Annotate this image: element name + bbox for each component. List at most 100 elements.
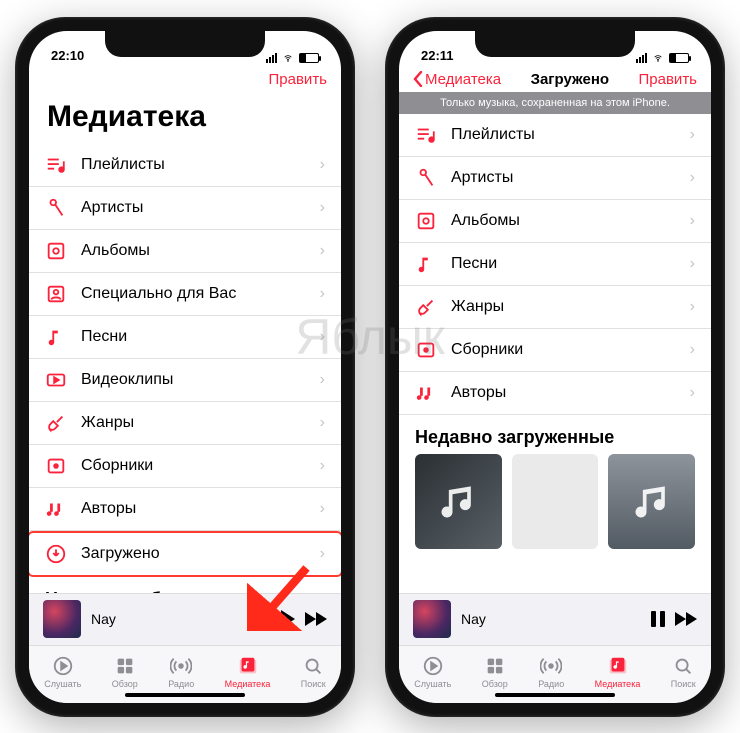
wifi-icon xyxy=(281,53,295,63)
pause-button[interactable] xyxy=(651,611,665,627)
tab-listen[interactable]: Слушать xyxy=(414,655,451,689)
note-icon xyxy=(45,326,67,348)
row-label: Авторы xyxy=(451,384,676,402)
tab-radio[interactable]: Радио xyxy=(538,655,564,689)
row-label: Сборники xyxy=(81,457,306,475)
tab-browse[interactable]: Обзор xyxy=(482,655,508,689)
authors-icon xyxy=(415,382,437,404)
list-row-mic[interactable]: Артисты› xyxy=(29,187,341,230)
chevron-right-icon: › xyxy=(690,255,695,273)
row-label: Песни xyxy=(81,328,306,346)
list-row-authors[interactable]: Авторы › xyxy=(399,372,711,415)
tab-browse[interactable]: Обзор xyxy=(112,655,138,689)
list-row-download[interactable]: Загружено › xyxy=(29,531,341,577)
album-tile[interactable] xyxy=(608,454,695,549)
album-icon xyxy=(45,240,67,262)
forward-button[interactable] xyxy=(305,612,327,626)
row-label: Сборники xyxy=(451,341,676,359)
tab-radio[interactable]: Радио xyxy=(168,655,194,689)
list-row-playlist[interactable]: Плейлисты› xyxy=(399,114,711,157)
list-row-note[interactable]: Песни › xyxy=(399,243,711,286)
nav-bar: Править xyxy=(29,65,341,92)
chevron-right-icon: › xyxy=(320,328,325,346)
now-playing-title: Nay xyxy=(91,611,271,627)
edit-button[interactable]: Править xyxy=(639,71,698,88)
chevron-right-icon: › xyxy=(320,285,325,303)
library-list: Плейлисты›Артисты›Альбомы›Песни›Жанры›Сб… xyxy=(399,114,711,415)
recently-added-title: Недавно добавленные xyxy=(29,577,341,593)
chevron-right-icon: › xyxy=(690,298,695,316)
tab-label: Обзор xyxy=(482,679,508,689)
phone-left: 22:10 Править Медиатека Плейлисты›Артист… xyxy=(15,17,355,717)
chevron-right-icon: › xyxy=(320,545,325,563)
foryou-icon xyxy=(45,283,67,305)
album-tile[interactable] xyxy=(512,454,599,549)
now-playing-bar[interactable]: Nay xyxy=(399,593,711,645)
list-row-guitar[interactable]: Жанры› xyxy=(399,286,711,329)
edit-button[interactable]: Править xyxy=(269,71,328,88)
status-time: 22:11 xyxy=(421,48,454,63)
album-tile[interactable] xyxy=(415,454,502,549)
playlist-icon xyxy=(415,124,437,146)
wifi-icon xyxy=(651,53,665,63)
compilation-icon xyxy=(415,339,437,361)
list-row-compilation[interactable]: Сборники › xyxy=(399,329,711,372)
chevron-right-icon: › xyxy=(690,169,695,187)
list-row-note[interactable]: Песни › xyxy=(29,316,341,359)
back-button[interactable]: Медиатека xyxy=(413,71,501,88)
cellular-icon xyxy=(266,53,277,63)
battery-icon xyxy=(669,53,689,63)
now-playing-art xyxy=(413,600,451,638)
tab-library[interactable]: Медиатека xyxy=(225,655,271,689)
chevron-right-icon: › xyxy=(690,384,695,402)
list-row-album[interactable]: Альбомы› xyxy=(29,230,341,273)
chevron-right-icon: › xyxy=(690,341,695,359)
row-label: Песни xyxy=(451,255,676,273)
row-label: Загружено xyxy=(81,545,306,563)
tab-listen[interactable]: Слушать xyxy=(44,655,81,689)
authors-icon xyxy=(45,498,67,520)
play-button[interactable] xyxy=(281,610,295,628)
note-icon xyxy=(415,253,437,275)
list-row-mic[interactable]: Артисты › xyxy=(399,157,711,200)
tab-label: Слушать xyxy=(44,679,81,689)
tab-label: Поиск xyxy=(671,679,696,689)
mic-icon xyxy=(45,197,67,219)
now-playing-title: Nay xyxy=(461,611,641,627)
chevron-right-icon: › xyxy=(690,126,695,144)
chevron-left-icon xyxy=(413,71,423,87)
list-row-foryou[interactable]: Специально для Вас › xyxy=(29,273,341,316)
forward-button[interactable] xyxy=(675,612,697,626)
compilation-icon xyxy=(45,455,67,477)
recently-downloaded-title: Недавно загруженные xyxy=(399,415,711,454)
row-label: Специально для Вас xyxy=(81,285,306,303)
list-row-album[interactable]: Альбомы› xyxy=(399,200,711,243)
nav-bar: Медиатека Загружено Править xyxy=(399,65,711,92)
cellular-icon xyxy=(636,53,647,63)
tab-label: Поиск xyxy=(301,679,326,689)
tab-label: Медиатека xyxy=(595,679,641,689)
home-indicator[interactable] xyxy=(125,693,245,697)
tab-search[interactable]: Поиск xyxy=(301,655,326,689)
guitar-icon xyxy=(415,296,437,318)
list-row-guitar[interactable]: Жанры› xyxy=(29,402,341,445)
row-label: Авторы xyxy=(81,500,306,518)
now-playing-bar[interactable]: Nay xyxy=(29,593,341,645)
row-label: Артисты xyxy=(451,169,676,187)
info-banner: Только музыка, сохраненная на этом iPhon… xyxy=(399,92,711,114)
list-row-video[interactable]: Видеоклипы› xyxy=(29,359,341,402)
row-label: Видеоклипы xyxy=(81,371,306,389)
tab-label: Радио xyxy=(538,679,564,689)
list-row-compilation[interactable]: Сборники› xyxy=(29,445,341,488)
tab-search[interactable]: Поиск xyxy=(671,655,696,689)
chevron-right-icon: › xyxy=(320,242,325,260)
list-row-playlist[interactable]: Плейлисты› xyxy=(29,144,341,187)
tab-library[interactable]: Медиатека xyxy=(595,655,641,689)
status-time: 22:10 xyxy=(51,48,84,63)
notch xyxy=(475,31,635,57)
guitar-icon xyxy=(45,412,67,434)
chevron-right-icon: › xyxy=(690,212,695,230)
chevron-right-icon: › xyxy=(320,414,325,432)
home-indicator[interactable] xyxy=(495,693,615,697)
list-row-authors[interactable]: Авторы› xyxy=(29,488,341,531)
